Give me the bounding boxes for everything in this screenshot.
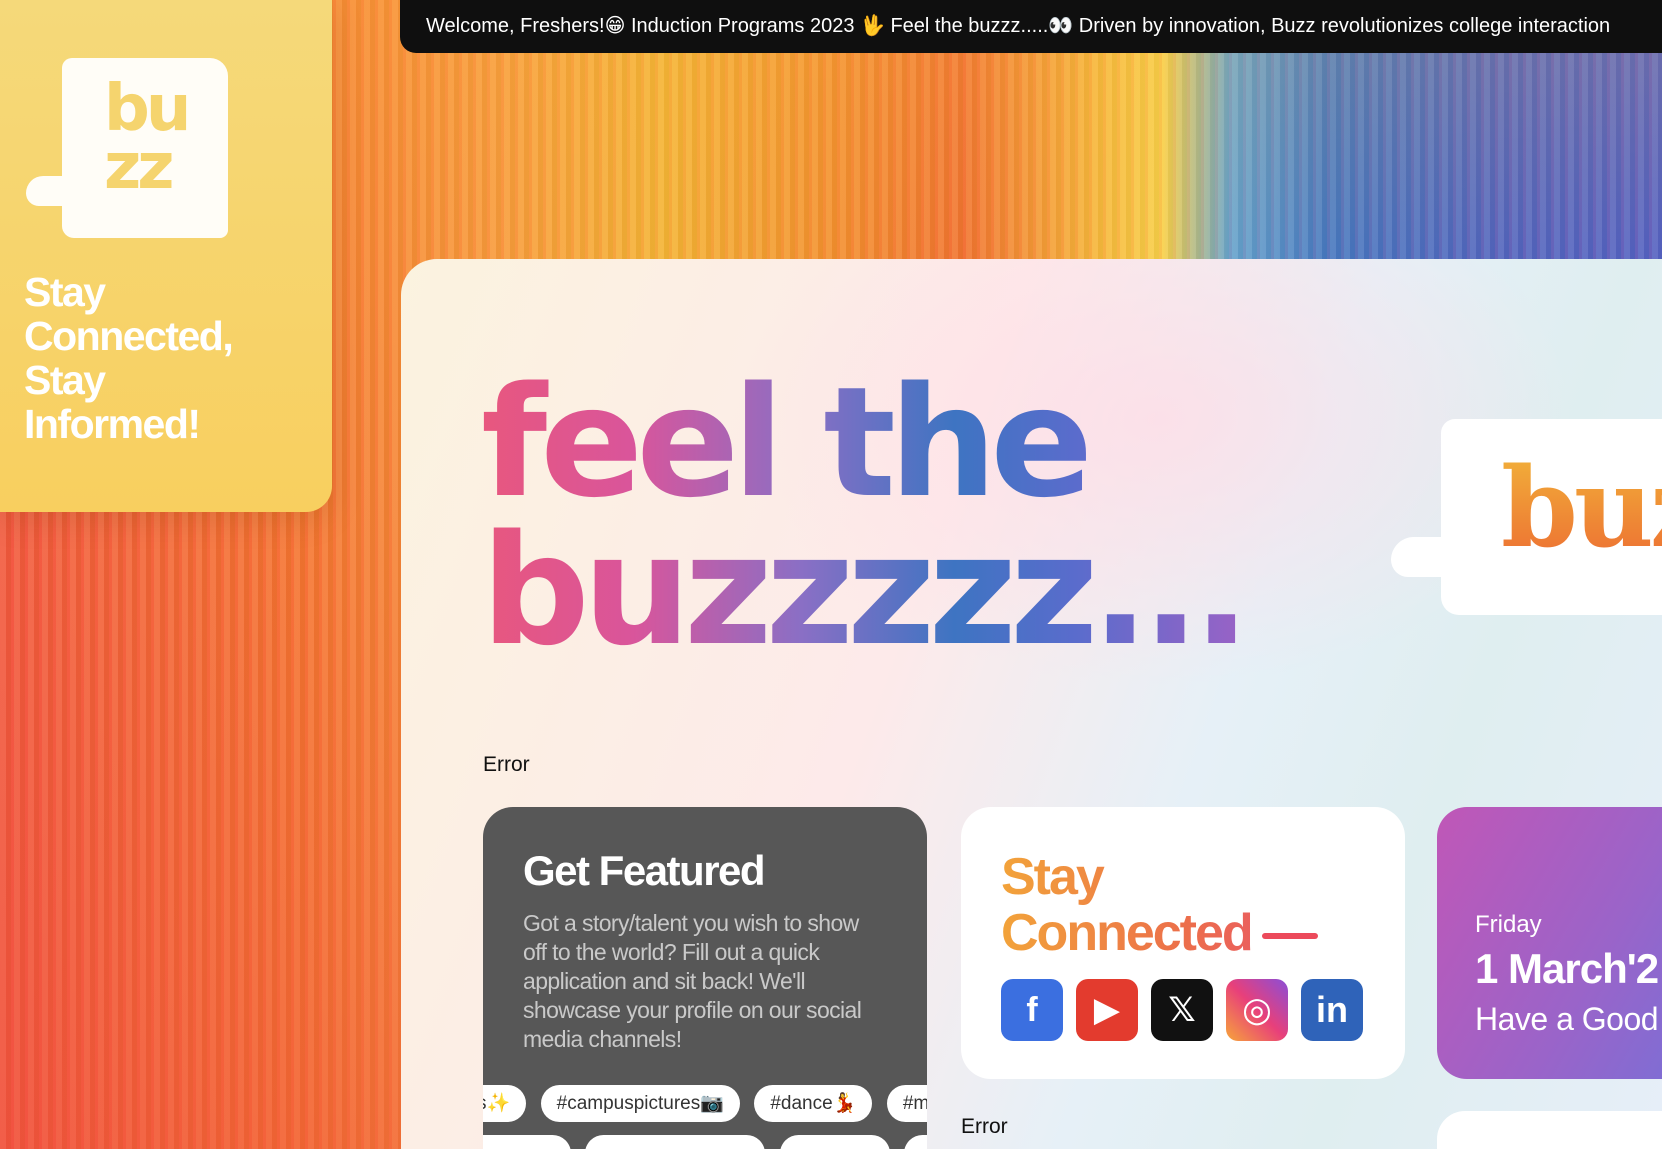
featured-body: Got a story/talent you wish to show off … — [523, 910, 862, 1052]
social-icons: f ▶ 𝕏 ◎ in — [1001, 979, 1365, 1041]
brand-badge: buz — [1391, 419, 1662, 619]
error-label: Error — [483, 753, 530, 776]
main-panel: feel the buzzzzz... buz Error Get Featur… — [401, 259, 1662, 1149]
tag-chip[interactable]: s✨ — [483, 1085, 527, 1122]
tag-chip[interactable]: #dance💃 — [754, 1085, 873, 1122]
ticker-text: Welcome, Freshers!😁 Induction Programs 2… — [426, 15, 1611, 37]
tag-row: s✨ #campuspictures📷 #dance💃 #mu — [483, 1085, 927, 1125]
tag-chip[interactable] — [779, 1135, 890, 1149]
news-ticker: Welcome, Freshers!😁 Induction Programs 2… — [400, 0, 1662, 53]
badge-word: buz — [1501, 443, 1662, 572]
badge-chin — [1391, 537, 1471, 577]
tag-chip[interactable] — [904, 1135, 927, 1149]
hero-line-2: buzzzzz... — [481, 502, 1244, 679]
stay-connected-card: Stay Connected f ▶ 𝕏 ◎ in — [961, 807, 1405, 1079]
social-title: Stay Connected — [1001, 849, 1365, 961]
date-greeting: Have a Good — [1475, 1001, 1659, 1037]
youtube-icon[interactable]: ▶ — [1076, 979, 1138, 1041]
social-title-line1: Stay — [1001, 848, 1103, 906]
date-value: 1 March'2 — [1475, 945, 1659, 992]
get-featured-card[interactable]: Get Featured Got a story/talent you wish… — [483, 807, 927, 1149]
tag-chip[interactable] — [483, 1135, 571, 1149]
date-card: Friday 1 March'2 Have a Good — [1437, 807, 1662, 1079]
hero-line-1: feel the — [481, 354, 1087, 531]
tag-chip[interactable]: #mu — [886, 1085, 927, 1122]
buzz-logo[interactable]: bu zz — [26, 58, 228, 238]
sidebar-tagline: Stay Connected, Stay Informed! — [24, 269, 234, 447]
x-twitter-icon[interactable]: 𝕏 — [1151, 979, 1213, 1041]
featured-title: Get Featured — [523, 847, 766, 894]
hero-headline: feel the buzzzzz... — [481, 369, 1244, 665]
sidebar: bu zz Stay Connected, Stay Informed! — [0, 0, 332, 512]
instagram-icon[interactable]: ◎ — [1226, 979, 1288, 1041]
error-label: Error — [961, 1115, 1008, 1138]
tag-chip[interactable]: #campuspictures📷 — [540, 1085, 740, 1122]
tag-row-2 — [483, 1135, 927, 1149]
social-title-line2: Connected — [1001, 904, 1252, 962]
logo-text: bu zz — [104, 72, 191, 204]
facebook-icon[interactable]: f — [1001, 979, 1063, 1041]
logo-chin — [26, 176, 82, 206]
next-card — [1437, 1111, 1662, 1149]
tag-chip[interactable] — [585, 1135, 766, 1149]
title-dash — [1261, 933, 1318, 940]
linkedin-icon[interactable]: in — [1301, 979, 1363, 1041]
date-day: Friday — [1475, 911, 1542, 938]
